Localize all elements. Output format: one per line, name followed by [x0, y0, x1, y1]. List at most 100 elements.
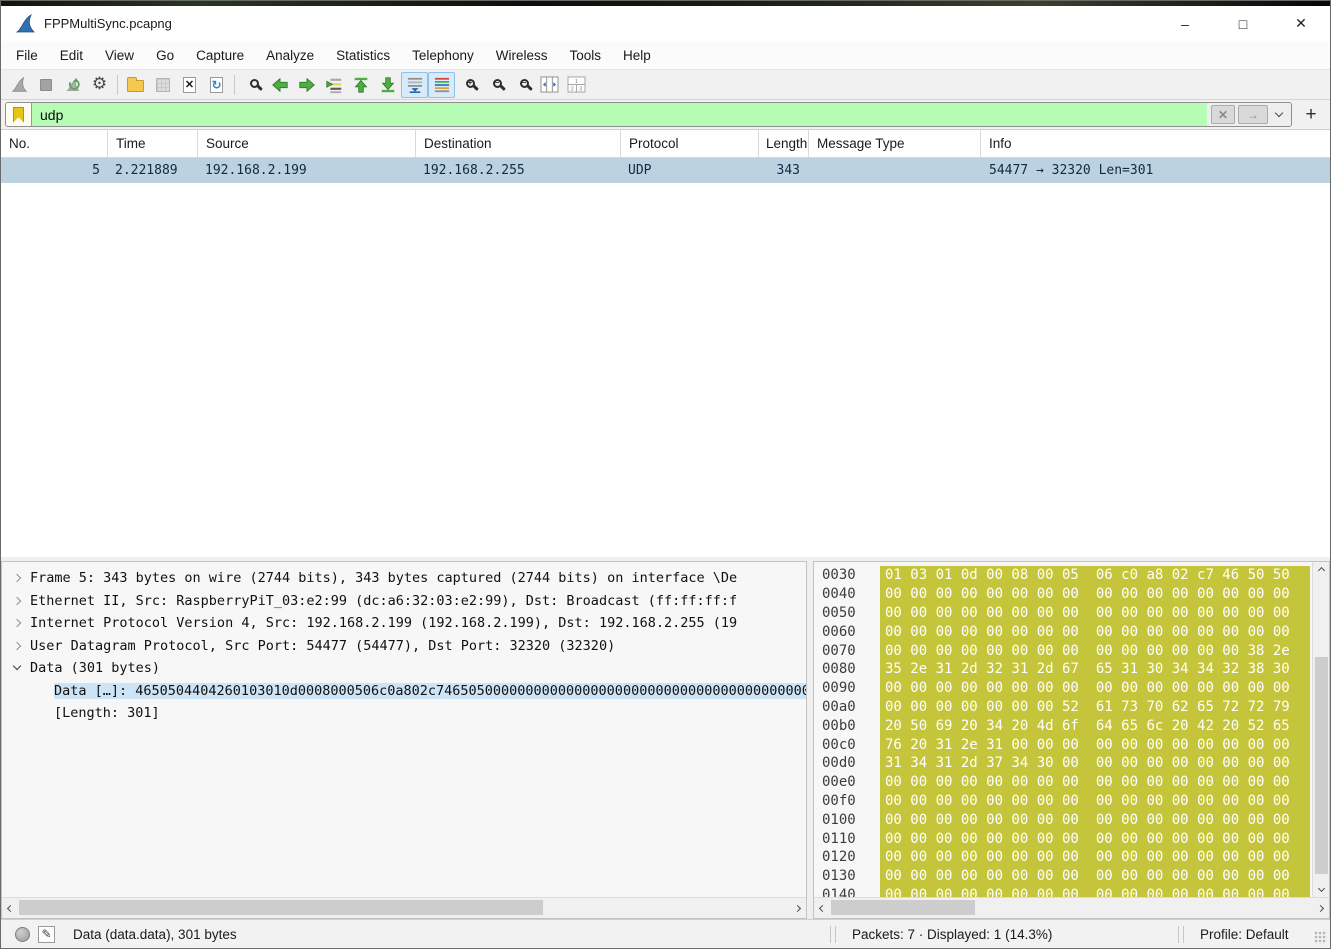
first-packet-icon[interactable]	[347, 72, 374, 98]
column-header-length[interactable]: Length	[759, 130, 809, 157]
hex-bytes-highlighted[interactable]: 00 00 00 00 00 00 00 0000 00 00 00 00 00…	[880, 622, 1310, 641]
hex-row[interactable]: 0040 00 00 00 00 00 00 00 0000 00 00 00 …	[814, 585, 1312, 604]
close-button[interactable]: ✕	[1272, 6, 1330, 41]
previous-packet-icon[interactable]	[266, 72, 293, 98]
expander-chevron-icon[interactable]	[13, 574, 21, 582]
column-header-info[interactable]: Info	[981, 130, 1330, 157]
hex-bytes-highlighted[interactable]: 00 00 00 00 00 00 00 5261 73 70 62 65 72…	[880, 698, 1310, 717]
minimize-button[interactable]: –	[1156, 6, 1214, 41]
hex-bytes-highlighted[interactable]: 00 00 00 00 00 00 00 0000 00 00 00 00 00…	[880, 641, 1310, 660]
capture-comment-icon[interactable]: ✎	[38, 926, 55, 943]
hex-bytes-highlighted[interactable]: 00 00 00 00 00 00 00 0000 00 00 00 00 00…	[880, 810, 1310, 829]
start-capture-icon[interactable]	[5, 72, 32, 98]
hex-bytes-highlighted[interactable]: 00 00 00 00 00 00 00 0000 00 00 00 00 00…	[880, 792, 1310, 811]
hex-bytes-highlighted[interactable]: 31 34 31 2d 37 34 30 0000 00 00 00 00 00…	[880, 754, 1310, 773]
hex-vertical-scrollbar[interactable]	[1312, 562, 1329, 897]
zoom-in-icon[interactable]: +	[455, 72, 482, 98]
column-header-source[interactable]: Source	[198, 130, 416, 157]
layout-123-icon[interactable]: 123	[563, 72, 590, 98]
find-packet-icon[interactable]	[239, 72, 266, 98]
menu-item[interactable]: Tools	[558, 44, 612, 67]
hex-row[interactable]: 00f0 00 00 00 00 00 00 00 0000 00 00 00 …	[814, 792, 1312, 811]
zoom-out-icon[interactable]: −	[482, 72, 509, 98]
menu-item[interactable]: Go	[145, 44, 185, 67]
hex-horizontal-scrollbar[interactable]	[814, 897, 1329, 918]
scroll-down-icon[interactable]	[1313, 880, 1330, 897]
hex-bytes-highlighted[interactable]: 35 2e 31 2d 32 31 2d 6765 31 30 34 34 32…	[880, 660, 1310, 679]
restart-capture-icon[interactable]	[59, 72, 86, 98]
column-header-time[interactable]: Time	[108, 130, 198, 157]
scroll-right-icon[interactable]	[1312, 900, 1329, 917]
hex-row[interactable]: 0130 00 00 00 00 00 00 00 0000 00 00 00 …	[814, 867, 1312, 886]
column-header-destination[interactable]: Destination	[416, 130, 621, 157]
hex-row[interactable]: 0120 00 00 00 00 00 00 00 0000 00 00 00 …	[814, 848, 1312, 867]
detail-line[interactable]: Frame 5: 343 bytes on wire (2744 bits), …	[2, 567, 806, 590]
hex-bytes-highlighted[interactable]: 00 00 00 00 00 00 00 0000 00 00 00 00 00…	[880, 773, 1310, 792]
hex-row[interactable]: 00b0 20 50 69 20 34 20 4d 6f64 65 6c 20 …	[814, 716, 1312, 735]
scroll-up-icon[interactable]	[1313, 562, 1330, 579]
filter-bookmark-button[interactable]	[6, 103, 32, 126]
maximize-button[interactable]: □	[1214, 6, 1272, 41]
detail-line[interactable]: Data (301 bytes)	[2, 657, 806, 680]
detail-line[interactable]: Data […]: 4650504404260103010d0008000506…	[2, 680, 806, 703]
hex-row[interactable]: 0060 00 00 00 00 00 00 00 0000 00 00 00 …	[814, 622, 1312, 641]
hex-bytes-highlighted[interactable]: 00 00 00 00 00 00 00 0000 00 00 00 00 00…	[880, 585, 1310, 604]
next-packet-icon[interactable]	[293, 72, 320, 98]
expander-chevron-icon[interactable]	[13, 662, 21, 670]
menu-item[interactable]: Capture	[185, 44, 255, 67]
hex-row[interactable]: 0110 00 00 00 00 00 00 00 0000 00 00 00 …	[814, 829, 1312, 848]
expert-info-icon[interactable]	[15, 927, 30, 942]
resize-grip[interactable]	[1314, 931, 1327, 944]
hex-row[interactable]: 00e0 00 00 00 00 00 00 00 0000 00 00 00 …	[814, 773, 1312, 792]
save-file-icon[interactable]	[149, 72, 176, 98]
reload-file-icon[interactable]: ↻	[203, 72, 230, 98]
menu-item[interactable]: Statistics	[325, 44, 401, 67]
expander-chevron-icon[interactable]	[13, 642, 21, 650]
hex-row[interactable]: 00a0 00 00 00 00 00 00 00 5261 73 70 62 …	[814, 698, 1312, 717]
hex-row[interactable]: 0050 00 00 00 00 00 00 00 0000 00 00 00 …	[814, 604, 1312, 623]
hex-row[interactable]: 00d0 31 34 31 2d 37 34 30 0000 00 00 00 …	[814, 754, 1312, 773]
hex-bytes-highlighted[interactable]: 00 00 00 00 00 00 00 0000 00 00 00 00 00…	[880, 604, 1310, 623]
hex-row[interactable]: 0070 00 00 00 00 00 00 00 0000 00 00 00 …	[814, 641, 1312, 660]
open-file-icon[interactable]	[122, 72, 149, 98]
menu-item[interactable]: Edit	[49, 44, 94, 67]
detail-line[interactable]: Ethernet II, Src: RaspberryPiT_03:e2:99 …	[2, 590, 806, 613]
details-horizontal-scrollbar[interactable]	[2, 897, 806, 918]
scrollbar-thumb[interactable]	[19, 900, 543, 915]
stop-capture-icon[interactable]	[32, 72, 59, 98]
filter-value[interactable]: udp	[32, 107, 1207, 123]
expander-chevron-icon[interactable]	[13, 619, 21, 627]
menu-item[interactable]: Telephony	[401, 44, 485, 67]
hex-bytes-highlighted[interactable]: 00 00 00 00 00 00 00 0000 00 00 00 00 00…	[880, 848, 1310, 867]
detail-line[interactable]: [Length: 301]	[2, 702, 806, 725]
packet-row-selected[interactable]: 5 2.221889 192.168.2.199 192.168.2.255 U…	[1, 158, 1330, 183]
display-filter-input[interactable]: udp ✕ →	[5, 102, 1292, 127]
filter-clear-button[interactable]: ✕	[1211, 105, 1235, 124]
filter-dropdown-button[interactable]	[1271, 113, 1287, 116]
hex-bytes-highlighted[interactable]: 00 00 00 00 00 00 00 0000 00 00 00 00 00…	[880, 867, 1310, 886]
scroll-left-icon[interactable]	[814, 900, 831, 917]
menu-item[interactable]: Analyze	[255, 44, 325, 67]
hex-bytes-highlighted[interactable]: 20 50 69 20 34 20 4d 6f64 65 6c 20 42 20…	[880, 716, 1310, 735]
menu-item[interactable]: View	[94, 44, 145, 67]
capture-options-icon[interactable]: ⚙	[86, 72, 113, 98]
scrollbar-thumb[interactable]	[1315, 657, 1328, 874]
menu-item[interactable]: Help	[612, 44, 662, 67]
hex-bytes-highlighted[interactable]: 00 00 00 00 00 00 00 0000 00 00 00 00 00…	[880, 679, 1310, 698]
menu-item[interactable]: Wireless	[485, 44, 559, 67]
menu-item[interactable]: File	[5, 44, 49, 67]
resize-columns-icon[interactable]	[536, 72, 563, 98]
auto-scroll-icon[interactable]	[401, 72, 428, 98]
profile-text[interactable]: Profile: Default	[1186, 927, 1314, 942]
hex-row[interactable]: 0080 35 2e 31 2d 32 31 2d 6765 31 30 34 …	[814, 660, 1312, 679]
scroll-right-icon[interactable]	[789, 900, 806, 917]
hex-bytes-highlighted[interactable]: 00 00 00 00 00 00 00 0000 00 00 00 00 00…	[880, 829, 1310, 848]
hex-row[interactable]: 0100 00 00 00 00 00 00 00 0000 00 00 00 …	[814, 810, 1312, 829]
colorize-packets-icon[interactable]	[428, 72, 455, 98]
hex-row[interactable]: 0090 00 00 00 00 00 00 00 0000 00 00 00 …	[814, 679, 1312, 698]
expander-chevron-icon[interactable]	[13, 597, 21, 605]
add-filter-button[interactable]: +	[1298, 102, 1324, 128]
hex-bytes-highlighted[interactable]: 76 20 31 2e 31 00 00 0000 00 00 00 00 00…	[880, 735, 1310, 754]
go-to-packet-icon[interactable]	[320, 72, 347, 98]
column-header-message-type[interactable]: Message Type	[809, 130, 981, 157]
